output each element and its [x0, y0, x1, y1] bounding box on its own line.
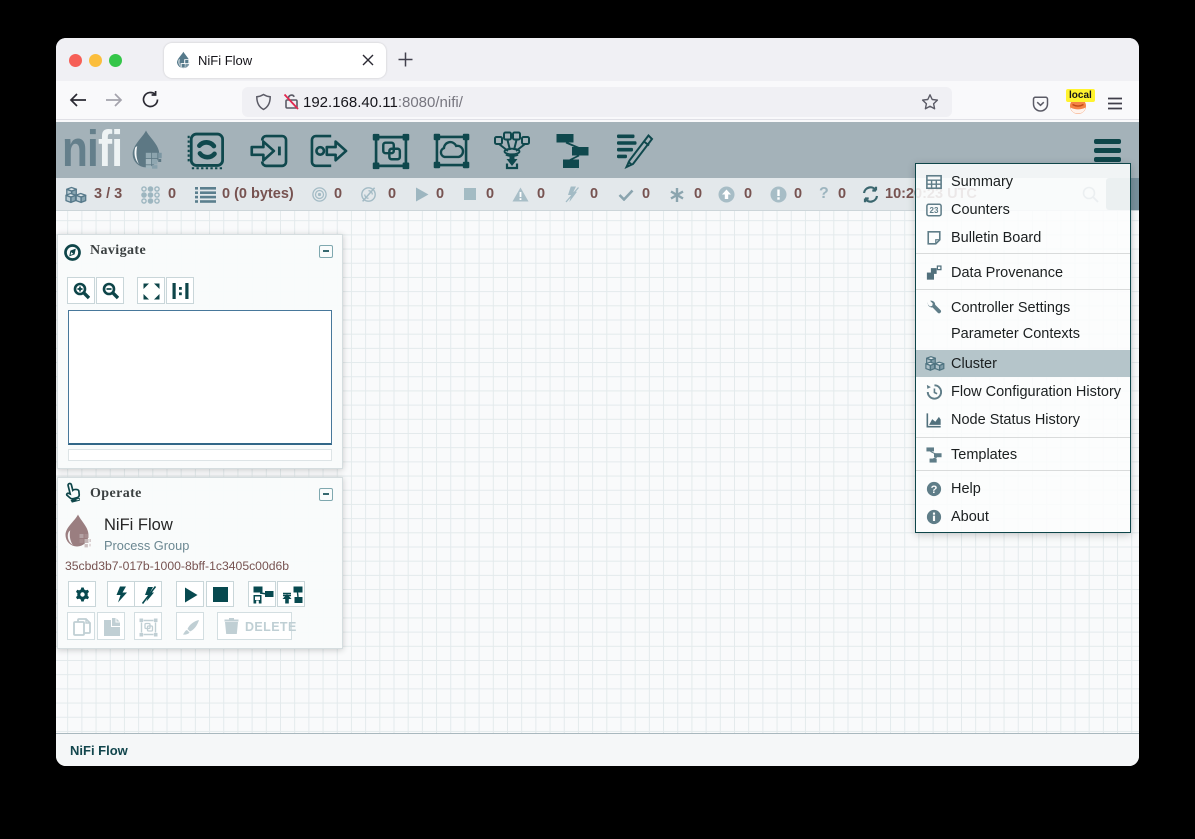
svg-text:23: 23 — [930, 206, 939, 215]
svg-text:?: ? — [931, 484, 938, 496]
